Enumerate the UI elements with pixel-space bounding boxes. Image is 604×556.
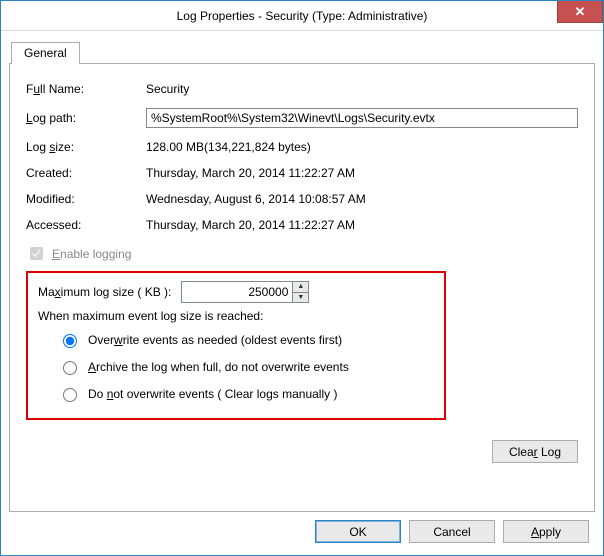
radio-archive[interactable] — [63, 361, 77, 375]
window-title: Log Properties - Security (Type: Adminis… — [1, 9, 603, 23]
row-created: Created: Thursday, March 20, 2014 11:22:… — [26, 166, 578, 180]
spinner-buttons: ▲ ▼ — [292, 282, 308, 302]
label-fullname: Full Name: — [26, 82, 146, 96]
client-area: General Full Name: Security Log path: Lo… — [1, 31, 603, 555]
dialog-window: Log Properties - Security (Type: Adminis… — [0, 0, 604, 556]
label-modified: Modified: — [26, 192, 146, 206]
radio-row-archive: Archive the log when full, do not overwr… — [58, 358, 434, 375]
input-logpath[interactable] — [146, 108, 578, 128]
ok-button[interactable]: OK — [315, 520, 401, 543]
label-radio-overwrite: Overwrite events as needed (oldest event… — [88, 333, 342, 347]
label-when-max-reached: When maximum event log size is reached: — [38, 309, 434, 323]
label-enable-logging: Enable logging — [52, 247, 131, 261]
row-modified: Modified: Wednesday, August 6, 2014 10:0… — [26, 192, 578, 206]
row-accessed: Accessed: Thursday, March 20, 2014 11:22… — [26, 218, 578, 232]
label-radio-archive: Archive the log when full, do not overwr… — [88, 360, 349, 374]
highlight-box: Maximum log size ( KB ): ▲ ▼ When maximu… — [26, 271, 446, 420]
tab-strip: General — [9, 41, 595, 63]
tab-general[interactable]: General — [11, 42, 80, 64]
row-max-log-size: Maximum log size ( KB ): ▲ ▼ — [38, 281, 434, 303]
label-logsize: Log size: — [26, 140, 146, 154]
row-fullname: Full Name: Security — [26, 82, 578, 96]
spinner-down-icon[interactable]: ▼ — [293, 293, 308, 303]
radio-row-donot: Do not overwrite events ( Clear logs man… — [58, 385, 434, 402]
row-clear-log: Clear Log — [26, 440, 578, 463]
value-modified: Wednesday, August 6, 2014 10:08:57 AM — [146, 192, 578, 206]
titlebar: Log Properties - Security (Type: Adminis… — [1, 1, 603, 31]
label-max-log-size: Maximum log size ( KB ): — [38, 285, 171, 299]
radio-do-not-overwrite[interactable] — [63, 388, 77, 402]
value-created: Thursday, March 20, 2014 11:22:27 AM — [146, 166, 578, 180]
value-accessed: Thursday, March 20, 2014 11:22:27 AM — [146, 218, 578, 232]
dialog-footer: OK Cancel Apply — [9, 512, 595, 547]
row-enable-logging: Enable logging — [26, 244, 578, 263]
cancel-button[interactable]: Cancel — [409, 520, 495, 543]
spinner-up-icon[interactable]: ▲ — [293, 282, 308, 293]
radio-overwrite[interactable] — [63, 334, 77, 348]
apply-button[interactable]: Apply — [503, 520, 589, 543]
radio-group-max-action: Overwrite events as needed (oldest event… — [38, 331, 434, 402]
value-fullname: Security — [146, 82, 578, 96]
label-logpath: Log path: — [26, 111, 146, 125]
label-radio-donot: Do not overwrite events ( Clear logs man… — [88, 387, 337, 401]
label-created: Created: — [26, 166, 146, 180]
value-logsize: 128.00 MB(134,221,824 bytes) — [146, 140, 578, 154]
clear-log-button[interactable]: Clear Log — [492, 440, 578, 463]
label-accessed: Accessed: — [26, 218, 146, 232]
radio-row-overwrite: Overwrite events as needed (oldest event… — [58, 331, 434, 348]
tab-page-general: Full Name: Security Log path: Log size: … — [9, 63, 595, 512]
row-logsize: Log size: 128.00 MB(134,221,824 bytes) — [26, 140, 578, 154]
input-max-log-size[interactable] — [182, 282, 292, 302]
checkbox-enable-logging — [30, 247, 43, 260]
close-icon: ✕ — [575, 4, 586, 20]
row-logpath: Log path: — [26, 108, 578, 128]
spinner-max-log-size: ▲ ▼ — [181, 281, 309, 303]
close-button[interactable]: ✕ — [557, 1, 603, 23]
